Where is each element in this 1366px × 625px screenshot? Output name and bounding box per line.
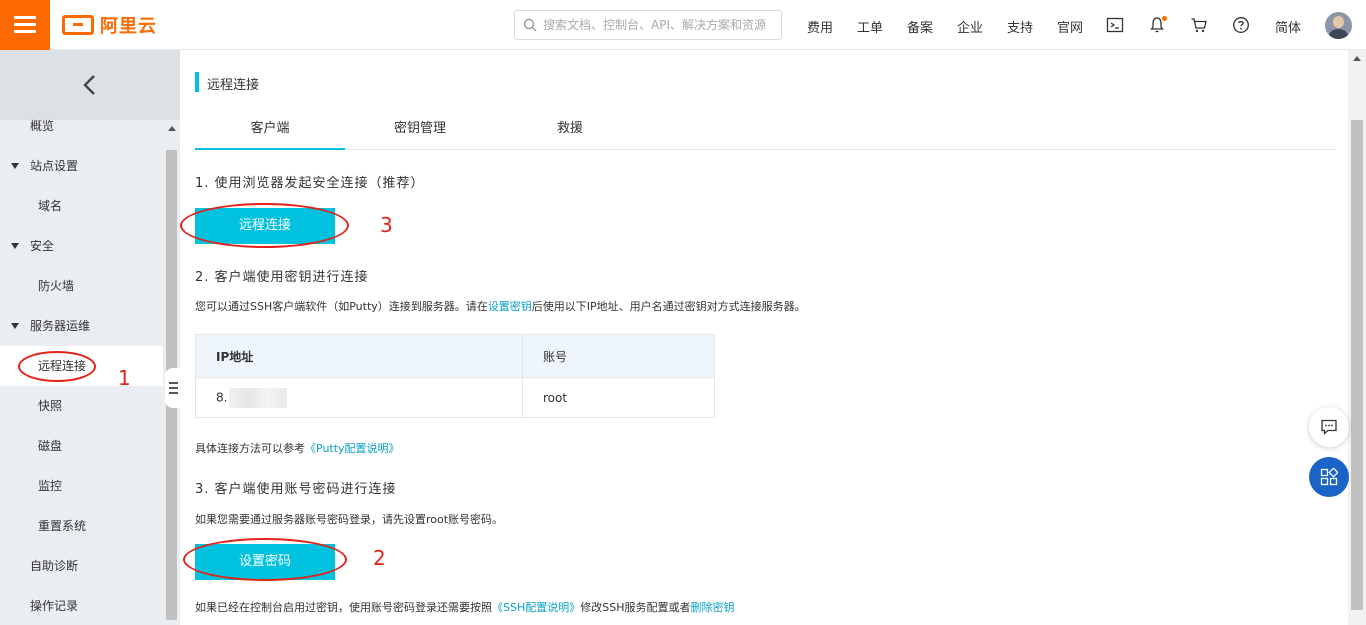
apps-grid-icon — [1320, 468, 1338, 486]
sidebar-item-label: 安全 — [30, 239, 55, 253]
annotation-number-1: 1 — [118, 366, 131, 390]
tab-rescue[interactable]: 救援 — [495, 114, 645, 150]
title-accent-bar — [195, 72, 199, 92]
help-icon[interactable] — [1232, 16, 1250, 34]
sidebar-item-label: 操作记录 — [30, 599, 79, 613]
ssh-config-link[interactable]: 《SSH配置说明》 — [492, 601, 580, 614]
caret-down-icon — [11, 323, 19, 329]
sidebar-item-label: 防火墙 — [38, 279, 75, 293]
chevron-left-icon — [83, 75, 95, 95]
sidebar-item-label: 概览 — [30, 119, 55, 133]
sidebar-item-reset-system[interactable]: 重置系统 — [0, 506, 163, 546]
main-content: 远程连接 客户端 密钥管理 救援 1. 使用浏览器发起安全连接（推荐） 远程连接… — [180, 50, 1348, 625]
menu-button[interactable] — [0, 0, 50, 50]
page-scroll-thumb[interactable] — [1351, 120, 1363, 610]
annotation-circle-2 — [183, 538, 347, 581]
account-cell: root — [522, 377, 715, 418]
terminal-icon[interactable] — [1106, 16, 1124, 34]
sidebar-item-operation-log[interactable]: 操作记录 — [0, 586, 163, 625]
note-text: 修改SSH服务配置或者 — [580, 601, 691, 614]
sidebar-item-overview[interactable]: 概览 — [0, 106, 163, 146]
ip-redaction-blur — [229, 387, 288, 408]
sidebar-item-firewall[interactable]: 防火墙 — [0, 266, 163, 306]
feedback-chat-button[interactable] — [1309, 407, 1349, 447]
chat-icon — [1321, 419, 1337, 435]
sidebar-item-server-ops[interactable]: 服务器运维 — [0, 306, 163, 346]
annotation-circle-1 — [18, 351, 96, 382]
nav-filing[interactable]: 备案 — [907, 17, 933, 36]
set-key-link[interactable]: 设置密钥 — [488, 300, 532, 313]
ip-address-cell: 8. — [195, 377, 523, 418]
nav-tickets[interactable]: 工单 — [857, 17, 883, 36]
annotation-number-2: 2 — [373, 546, 386, 570]
delete-key-link[interactable]: 删除密钥 — [691, 601, 735, 614]
scroll-up-arrow-icon[interactable] — [1353, 56, 1361, 61]
connection-info-table: IP地址 账号 8. root — [195, 334, 715, 418]
page-scrollbar[interactable] — [1348, 50, 1366, 625]
search-icon — [523, 18, 537, 32]
brand-logo[interactable]: 阿里云 — [62, 14, 157, 37]
page-title: 远程连接 — [207, 78, 260, 93]
sidebar-item-monitor[interactable]: 监控 — [0, 466, 163, 506]
reference-text: 具体连接方法可以参考 — [195, 442, 305, 455]
note-text: 如果已经在控制台启用过密钥，使用账号密码登录还需要按照 — [195, 601, 492, 614]
nav-fees[interactable]: 费用 — [807, 17, 833, 36]
nav-official-site[interactable]: 官网 — [1057, 17, 1083, 36]
notification-button[interactable] — [1148, 16, 1167, 34]
sidebar: 概览 站点设置 域名 安全 防火墙 服务器运维 远程连接 快照 磁盘 监控 重置… — [0, 50, 180, 625]
sidebar-item-label: 站点设置 — [30, 159, 79, 173]
sidebar-item-self-diagnosis[interactable]: 自助诊断 — [0, 546, 163, 586]
search-box[interactable] — [514, 10, 782, 40]
sidebar-item-site-settings[interactable]: 站点设置 — [0, 146, 163, 186]
annotation-circle-3 — [180, 203, 349, 248]
user-avatar[interactable] — [1325, 12, 1352, 39]
section-password-title: 3. 客户端使用账号密码进行连接 — [195, 482, 397, 497]
sidebar-item-snapshot[interactable]: 快照 — [0, 386, 163, 426]
column-header-ip: IP地址 — [195, 334, 523, 378]
caret-down-icon — [11, 243, 19, 249]
sidebar-item-label: 服务器运维 — [30, 319, 91, 333]
brand-name: 阿里云 — [100, 16, 157, 37]
description-text: 您可以通过SSH客户端软件（如Putty）连接到服务器。请在 — [195, 300, 488, 313]
sidebar-item-label: 重置系统 — [38, 519, 87, 533]
tab-client[interactable]: 客户端 — [195, 114, 345, 150]
key-connect-description: 您可以通过SSH客户端软件（如Putty）连接到服务器。请在设置密钥后使用以下I… — [195, 298, 806, 314]
password-description: 如果您需要通过服务器账号密码登录，请先设置root账号密码。 — [195, 513, 504, 526]
nav-support[interactable]: 支持 — [1007, 17, 1033, 36]
nav-enterprise[interactable]: 企业 — [957, 17, 983, 36]
ip-address-value: 8. — [216, 390, 228, 404]
apps-button[interactable] — [1309, 457, 1349, 497]
sidebar-item-domain[interactable]: 域名 — [0, 186, 163, 226]
description-text: 后使用以下IP地址、用户名通过密钥对方式连接服务器。 — [531, 300, 806, 313]
section-browser-title: 1. 使用浏览器发起安全连接（推荐） — [195, 176, 425, 191]
section-key-title: 2. 客户端使用密钥进行连接 — [195, 270, 369, 285]
sidebar-item-label: 自助诊断 — [30, 559, 79, 573]
aliyun-logo-icon — [62, 15, 94, 35]
sidebar-item-disk[interactable]: 磁盘 — [0, 426, 163, 466]
tab-bar: 客户端 密钥管理 救援 — [195, 114, 1335, 150]
tab-key-management[interactable]: 密钥管理 — [345, 114, 495, 150]
putty-config-link[interactable]: 《Putty配置说明》 — [305, 442, 400, 455]
cart-icon[interactable] — [1190, 16, 1208, 34]
top-bar: 阿里云 费用 工单 备案 企业 支持 官网 简体 — [0, 0, 1366, 50]
putty-reference: 具体连接方法可以参考《Putty配置说明》 — [195, 440, 400, 456]
sidebar-item-label: 磁盘 — [38, 439, 63, 453]
sidebar-toggle-handle[interactable] — [165, 368, 180, 408]
scroll-up-arrow-icon[interactable] — [168, 126, 176, 131]
language-switch[interactable]: 简体 — [1275, 17, 1301, 36]
search-input[interactable] — [543, 18, 773, 32]
ssh-note: 如果已经在控制台启用过密钥，使用账号密码登录还需要按照《SSH配置说明》修改SS… — [195, 599, 735, 615]
column-header-account: 账号 — [522, 334, 715, 378]
sidebar-item-label: 监控 — [38, 479, 63, 493]
table-row: 8. root — [195, 377, 715, 418]
caret-down-icon — [11, 163, 19, 169]
table-header-row: IP地址 账号 — [195, 334, 715, 378]
notification-dot — [1162, 16, 1167, 21]
sidebar-item-security[interactable]: 安全 — [0, 226, 163, 266]
annotation-number-3: 3 — [380, 213, 393, 237]
sidebar-item-label: 快照 — [38, 399, 63, 413]
sidebar-item-label: 域名 — [38, 199, 63, 213]
